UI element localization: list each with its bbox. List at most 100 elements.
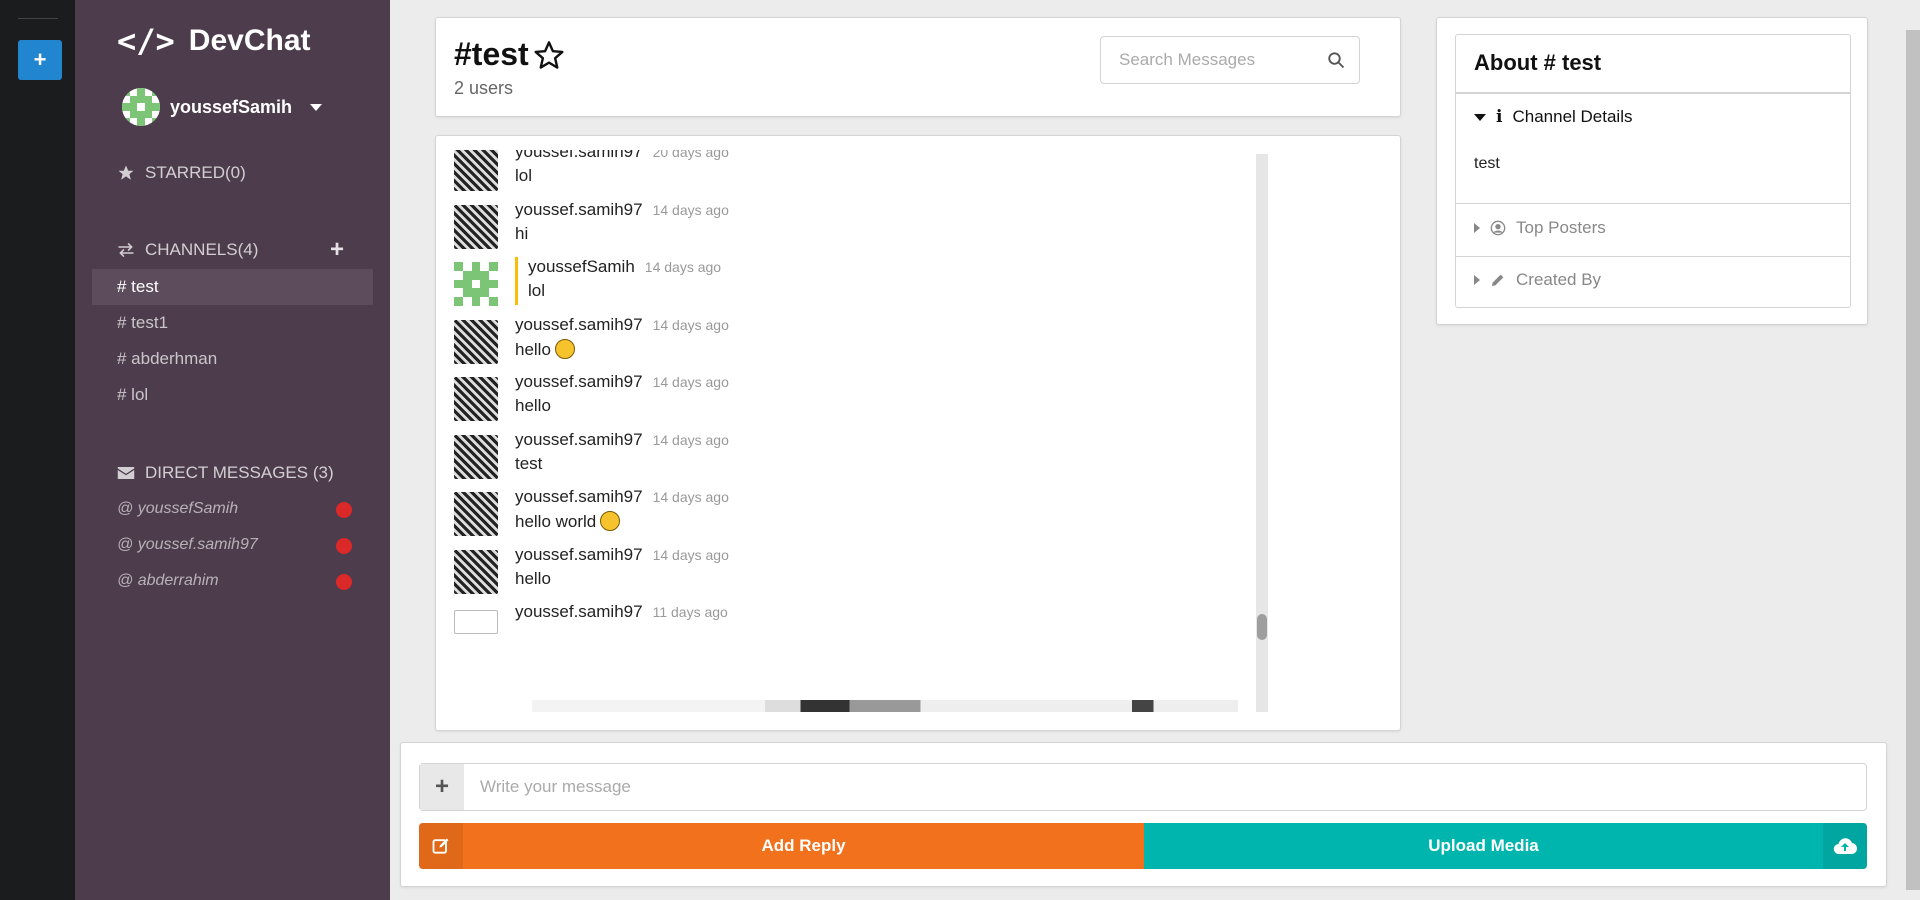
top-posters-label: Top Posters	[1516, 218, 1606, 237]
message-body: lol	[528, 281, 546, 300]
channel-item-test1[interactable]: # test1	[92, 305, 373, 341]
sidebar: </> DevChat youssefSamih STARRED(0) CHAN…	[75, 0, 390, 900]
add-channel-button[interactable]: +	[330, 236, 344, 264]
author-name: youssef.samih97	[515, 545, 643, 564]
created-by-toggle[interactable]: Created By	[1456, 270, 1850, 290]
channel-item-test[interactable]: # test	[92, 269, 373, 305]
scrollbar-thumb[interactable]	[1257, 614, 1267, 640]
author-name: youssef.samih97	[515, 150, 643, 161]
message-author: youssef.samih97 14 days ago	[515, 545, 729, 565]
search-input[interactable]: Search Messages	[1100, 36, 1360, 84]
channel-details-toggle[interactable]: i Channel Details	[1456, 107, 1850, 127]
user-circle-icon	[1490, 220, 1506, 236]
author-name: youssef.samih97	[515, 430, 643, 449]
message-body: hi	[515, 224, 529, 243]
caret-right-icon	[1474, 223, 1480, 233]
message-author: youssef.samih97 14 days ago	[515, 315, 729, 335]
pencil-icon	[1492, 274, 1504, 286]
tongue-emoji-icon	[600, 511, 621, 531]
message-text: lol	[528, 281, 545, 301]
info-icon: i	[1496, 107, 1503, 127]
message-author: youssef.samih97 11 days ago	[515, 602, 728, 622]
avatar	[122, 88, 160, 126]
message-text: hello	[515, 396, 551, 416]
caret-right-icon	[1474, 275, 1480, 285]
message-author: youssefSamih 14 days ago	[528, 257, 721, 277]
status-indicator	[336, 574, 352, 590]
add-reply-label: Add Reply	[761, 836, 846, 855]
author-name: youssef.samih97	[515, 315, 643, 334]
message-body: hello	[515, 340, 551, 359]
message-author: youssef.samih97 14 days ago	[515, 487, 729, 507]
star-outline-icon[interactable]	[533, 39, 565, 71]
message-timestamp: 14 days ago	[652, 374, 729, 390]
starred-section[interactable]: STARRED(0)	[117, 163, 246, 183]
dm-item-youssefsamih[interactable]: @ youssefSamih	[117, 500, 352, 518]
search-icon[interactable]	[1327, 51, 1345, 69]
message-text: hello world	[515, 511, 621, 532]
author-name: youssef.samih97	[515, 487, 643, 506]
cloud-upload-icon	[1823, 823, 1867, 869]
message-item: youssef.samih97 14 days ago test	[454, 430, 1234, 490]
upload-media-button[interactable]: Upload Media	[1144, 823, 1867, 869]
message-timestamp: 14 days ago	[644, 259, 722, 275]
user-menu[interactable]: youssefSamih	[122, 88, 323, 126]
channel-item-lol[interactable]: # lol	[92, 377, 373, 413]
message-timestamp: 11 days ago	[652, 604, 728, 620]
message-item: youssef.samih97 14 days ago hello	[454, 545, 1234, 605]
message-timestamp: 14 days ago	[652, 202, 729, 218]
message-author: youssef.samih97 14 days ago	[515, 372, 729, 392]
message-item: youssef.samih97 11 days ago	[454, 602, 1234, 662]
app-title: DevChat	[188, 24, 311, 57]
about-panel: About # test i Channel Details test Top …	[1436, 17, 1868, 325]
message-timestamp: 14 days ago	[652, 317, 729, 333]
message-body: hello world	[515, 512, 597, 531]
message-composer: + Write your message Add Reply Upload Me…	[400, 742, 1887, 887]
starred-label: STARRED(0)	[145, 163, 246, 182]
dm-item-abderrahim[interactable]: @ abderrahim	[117, 572, 352, 590]
author-name: youssefSamih	[528, 257, 635, 276]
message-input[interactable]: + Write your message	[419, 763, 1867, 811]
dm-label: @ youssef.samih97	[117, 536, 258, 553]
direct-messages-label: DIRECT MESSAGES (3)	[145, 463, 334, 482]
channels-label: CHANNELS(4)	[145, 240, 259, 259]
message-text: hi	[515, 224, 528, 244]
channels-section: CHANNELS(4)	[117, 240, 258, 260]
message-body: hello	[515, 569, 551, 588]
channel-details-label: Channel Details	[1512, 107, 1633, 126]
message-body: test	[515, 454, 543, 473]
created-by-label: Created By	[1516, 270, 1602, 289]
page-scrollbar[interactable]	[1906, 30, 1920, 890]
add-workspace-button[interactable]: +	[18, 40, 62, 80]
search-placeholder: Search Messages	[1119, 50, 1256, 69]
message-timestamp: 14 days ago	[652, 432, 729, 448]
top-posters-toggle[interactable]: Top Posters	[1456, 218, 1850, 238]
exchange-icon	[118, 242, 134, 258]
author-name: youssef.samih97	[515, 372, 643, 391]
dm-item-youssef-samih97[interactable]: @ youssef.samih97	[117, 536, 352, 554]
direct-messages-section: DIRECT MESSAGES (3)	[117, 463, 334, 483]
status-indicator	[336, 502, 352, 518]
messages-panel: youssef.samih97 20 days ago lol youssef.sam…	[435, 135, 1401, 731]
status-indicator	[336, 538, 352, 554]
message-item: youssef.samih97 20 days ago lol	[454, 150, 1234, 202]
channel-name: #test	[454, 36, 529, 72]
upload-media-label: Upload Media	[1428, 836, 1539, 855]
add-attachment-button[interactable]: +	[420, 764, 464, 810]
message-timestamp: 14 days ago	[652, 489, 729, 505]
channel-title: #test	[454, 36, 565, 73]
message-item: youssef.samih97 14 days ago hello	[454, 315, 1234, 375]
message-author: youssef.samih97 14 days ago	[515, 430, 729, 450]
message-body: hello	[515, 396, 551, 415]
add-reply-button[interactable]: Add Reply	[419, 823, 1144, 869]
message-placeholder: Write your message	[480, 777, 631, 796]
caret-down-icon	[1474, 113, 1486, 121]
workspace-rail: +	[0, 0, 75, 900]
message-item: youssefSamih 14 days ago lol	[454, 257, 1234, 317]
author-name: youssef.samih97	[515, 200, 643, 219]
rail-divider	[18, 18, 58, 19]
about-accordion: i Channel Details test Top Posters Creat…	[1455, 92, 1851, 308]
dropdown-caret-icon	[310, 103, 323, 111]
channel-item-abderhman[interactable]: # abderhman	[92, 341, 373, 377]
message-text: lol	[515, 166, 532, 186]
